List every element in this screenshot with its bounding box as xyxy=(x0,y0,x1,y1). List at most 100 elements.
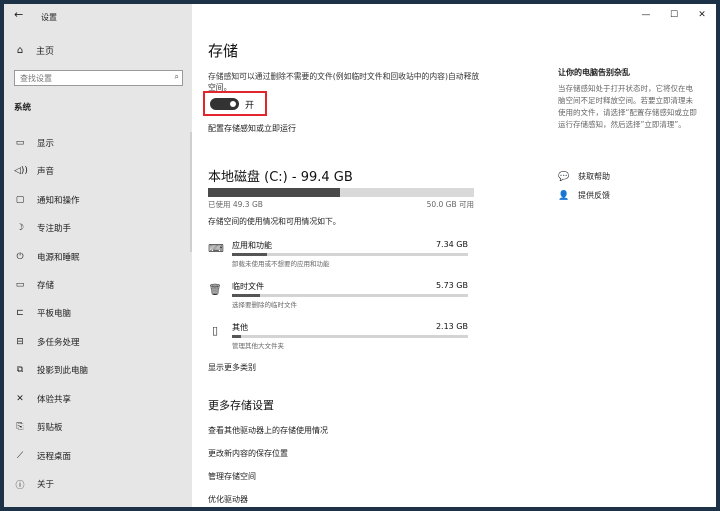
tablet-icon: ⊏ xyxy=(16,308,24,318)
category-bar xyxy=(232,294,468,297)
category-bar xyxy=(232,335,468,338)
maximize-icon[interactable]: ☐ xyxy=(660,4,688,26)
home-icon: ⌂ xyxy=(16,45,24,56)
window-controls: — ☐ ✕ xyxy=(632,4,716,28)
category-bar-fill xyxy=(232,253,268,256)
multitask-icon: ⊟ xyxy=(16,337,24,347)
back-arrow-icon[interactable]: ← xyxy=(14,8,23,21)
sidebar-item-storage[interactable]: ▭ 存储 xyxy=(4,272,190,298)
sidebar-item-about[interactable]: ⓘ 关于 xyxy=(4,471,190,497)
sidebar-item-multitasking[interactable]: ⊟ 多任务处理 xyxy=(4,329,190,355)
power-icon: ⏻ xyxy=(16,252,24,262)
sidebar-item-label: 体验共享 xyxy=(37,395,72,405)
configure-storage-sense-link[interactable]: 配置存储感知或立即运行 xyxy=(208,123,296,134)
sidebar-item-shared-experiences[interactable]: ✕ 体验共享 xyxy=(4,386,190,412)
search-icon[interactable]: ⌕ xyxy=(175,72,179,82)
title-bar: ← 设置 xyxy=(4,4,192,28)
disk-title: 本地磁盘 (C:) - 99.4 GB xyxy=(208,170,353,185)
category-name: 临时文件 xyxy=(232,282,264,291)
toggle-knob xyxy=(230,101,236,107)
notification-icon: ▢ xyxy=(15,195,25,205)
sidebar-item-clipboard[interactable]: ⎘ 剪贴板 xyxy=(4,414,190,440)
category-name: 其他 xyxy=(232,323,248,332)
side-panel-description: 当存储感知处于打开状态时，它将仅在电脑空间不足时释放空间。若要立即清理未使用的文… xyxy=(558,84,697,129)
sidebar-item-label: 存储 xyxy=(37,281,55,291)
section-label: 系统 xyxy=(14,103,32,113)
give-feedback-label: 提供反馈 xyxy=(578,191,610,200)
sidebar-item-label: 多任务处理 xyxy=(37,338,80,348)
sidebar-item-label: 平板电脑 xyxy=(37,309,72,319)
sidebar-item-display[interactable]: ▭ 显示 xyxy=(4,130,190,156)
category-size: 5.73 GB xyxy=(435,281,468,290)
category-size: 2.13 GB xyxy=(435,322,468,331)
usage-description: 存储空间的使用情况和可用情况如下。 xyxy=(208,217,341,226)
disk-used-label: 已使用 49.3 GB xyxy=(208,200,263,209)
moon-icon: ☽ xyxy=(15,223,25,233)
sidebar-item-label: 通知和操作 xyxy=(37,196,80,206)
storage-icon: ▭ xyxy=(15,280,25,290)
storage-sense-toggle-highlight: 开 xyxy=(203,91,267,116)
change-save-location-link[interactable]: 更改新内容的保存位置 xyxy=(208,448,288,459)
sidebar-item-tablet[interactable]: ⊏ 平板电脑 xyxy=(4,300,190,326)
sidebar-item-label: 剪贴板 xyxy=(37,423,63,433)
toggle-state-label: 开 xyxy=(245,101,255,111)
share-icon: ✕ xyxy=(16,394,24,404)
category-subtext: 管理其他大文件夹 xyxy=(232,342,284,350)
view-other-drives-link[interactable]: 查看其他驱动器上的存储使用情况 xyxy=(208,425,328,436)
remote-desktop-icon: ⟋ xyxy=(16,451,24,461)
category-name: 应用和功能 xyxy=(232,241,272,250)
category-temp-files[interactable]: 🗑 临时文件 5.73 GB 选择要删除的临时文件 xyxy=(208,281,474,317)
get-help-label: 获取帮助 xyxy=(578,172,610,181)
page-title: 存储 xyxy=(208,42,239,60)
sidebar-item-focus-assist[interactable]: ☽ 专注助手 xyxy=(4,215,190,241)
sidebar-item-label: 专注助手 xyxy=(37,224,72,234)
side-panel-title: 让你的电脑告别杂乱 xyxy=(558,68,630,77)
search-field[interactable]: ⌕ xyxy=(14,70,183,86)
show-more-categories-link[interactable]: 显示更多类别 xyxy=(208,362,256,373)
minimize-icon[interactable]: — xyxy=(632,4,660,26)
clipboard-icon: ⎘ xyxy=(16,422,24,432)
more-storage-settings-title: 更多存储设置 xyxy=(208,399,274,412)
category-other[interactable]: ▯ 其他 2.13 GB 管理其他大文件夹 xyxy=(208,322,474,358)
sidebar-item-sound[interactable]: ◁)) 声音 xyxy=(4,158,190,184)
storage-sense-description: 存储感知可以通过删除不需要的文件(例如临时文件和回收站中的内容)自动释放空间。 xyxy=(208,72,480,92)
category-bar xyxy=(232,253,468,256)
sidebar-item-home[interactable]: ⌂ 主页 xyxy=(14,44,54,57)
chat-icon: 💬 xyxy=(558,171,570,182)
sidebar-item-remote-desktop[interactable]: ⟋ 远程桌面 xyxy=(4,443,190,469)
disk-free-label: 50.0 GB 可用 xyxy=(426,200,474,209)
sidebar: ← 设置 ⌂ 主页 ⌕ 系统 ▭ 显示 ◁)) 声音 ▢ 通知和操作 ☽ 专注助手 ⏻ 电… xyxy=(4,4,192,507)
speaker-icon: ◁)) xyxy=(14,166,28,176)
main-content: — ☐ ✕ 存储 存储感知可以通过删除不需要的文件(例如临时文件和回收站中的内容… xyxy=(192,4,716,507)
sidebar-item-power[interactable]: ⏻ 电源和睡眠 xyxy=(4,244,190,270)
sidebar-item-label: 关于 xyxy=(37,480,55,490)
sidebar-item-label: 显示 xyxy=(37,139,55,149)
info-icon: ⓘ xyxy=(15,480,25,491)
sidebar-item-label: 电源和睡眠 xyxy=(37,253,80,263)
category-apps[interactable]: ⌨ 应用和功能 7.34 GB 卸载未使用或不想要的应用和功能 xyxy=(208,240,474,276)
optimize-drives-link[interactable]: 优化驱动器 xyxy=(208,494,248,505)
manage-storage-spaces-link[interactable]: 管理存储空间 xyxy=(208,471,256,482)
category-bar-fill xyxy=(232,294,261,297)
give-feedback-link[interactable]: 👤 提供反馈 xyxy=(558,190,610,201)
sidebar-item-label: 主页 xyxy=(36,47,55,57)
close-icon[interactable]: ✕ xyxy=(688,4,716,26)
get-help-link[interactable]: 💬 获取帮助 xyxy=(558,171,610,182)
search-input[interactable] xyxy=(20,72,160,84)
sidebar-item-label: 投影到此电脑 xyxy=(37,366,89,376)
disk-usage-fill xyxy=(208,188,340,197)
sidebar-item-notifications[interactable]: ▢ 通知和操作 xyxy=(4,187,190,213)
trash-icon: 🗑 xyxy=(208,283,222,296)
category-subtext: 选择要删除的临时文件 xyxy=(232,301,297,309)
keyboard-icon: ⌨ xyxy=(208,242,224,255)
settings-window: ← 设置 ⌂ 主页 ⌕ 系统 ▭ 显示 ◁)) 声音 ▢ 通知和操作 ☽ 专注助手 ⏻ 电… xyxy=(4,4,716,507)
sidebar-item-label: 声音 xyxy=(37,167,55,177)
sidebar-item-label: 远程桌面 xyxy=(37,452,72,462)
disk-usage-bar xyxy=(208,188,474,197)
storage-sense-toggle[interactable] xyxy=(210,98,239,110)
feedback-icon: 👤 xyxy=(558,190,570,201)
app-title: 设置 xyxy=(41,13,57,22)
category-size: 7.34 GB xyxy=(435,240,468,249)
category-bar-fill xyxy=(232,335,242,338)
sidebar-item-projecting[interactable]: ⧉ 投影到此电脑 xyxy=(4,357,190,383)
